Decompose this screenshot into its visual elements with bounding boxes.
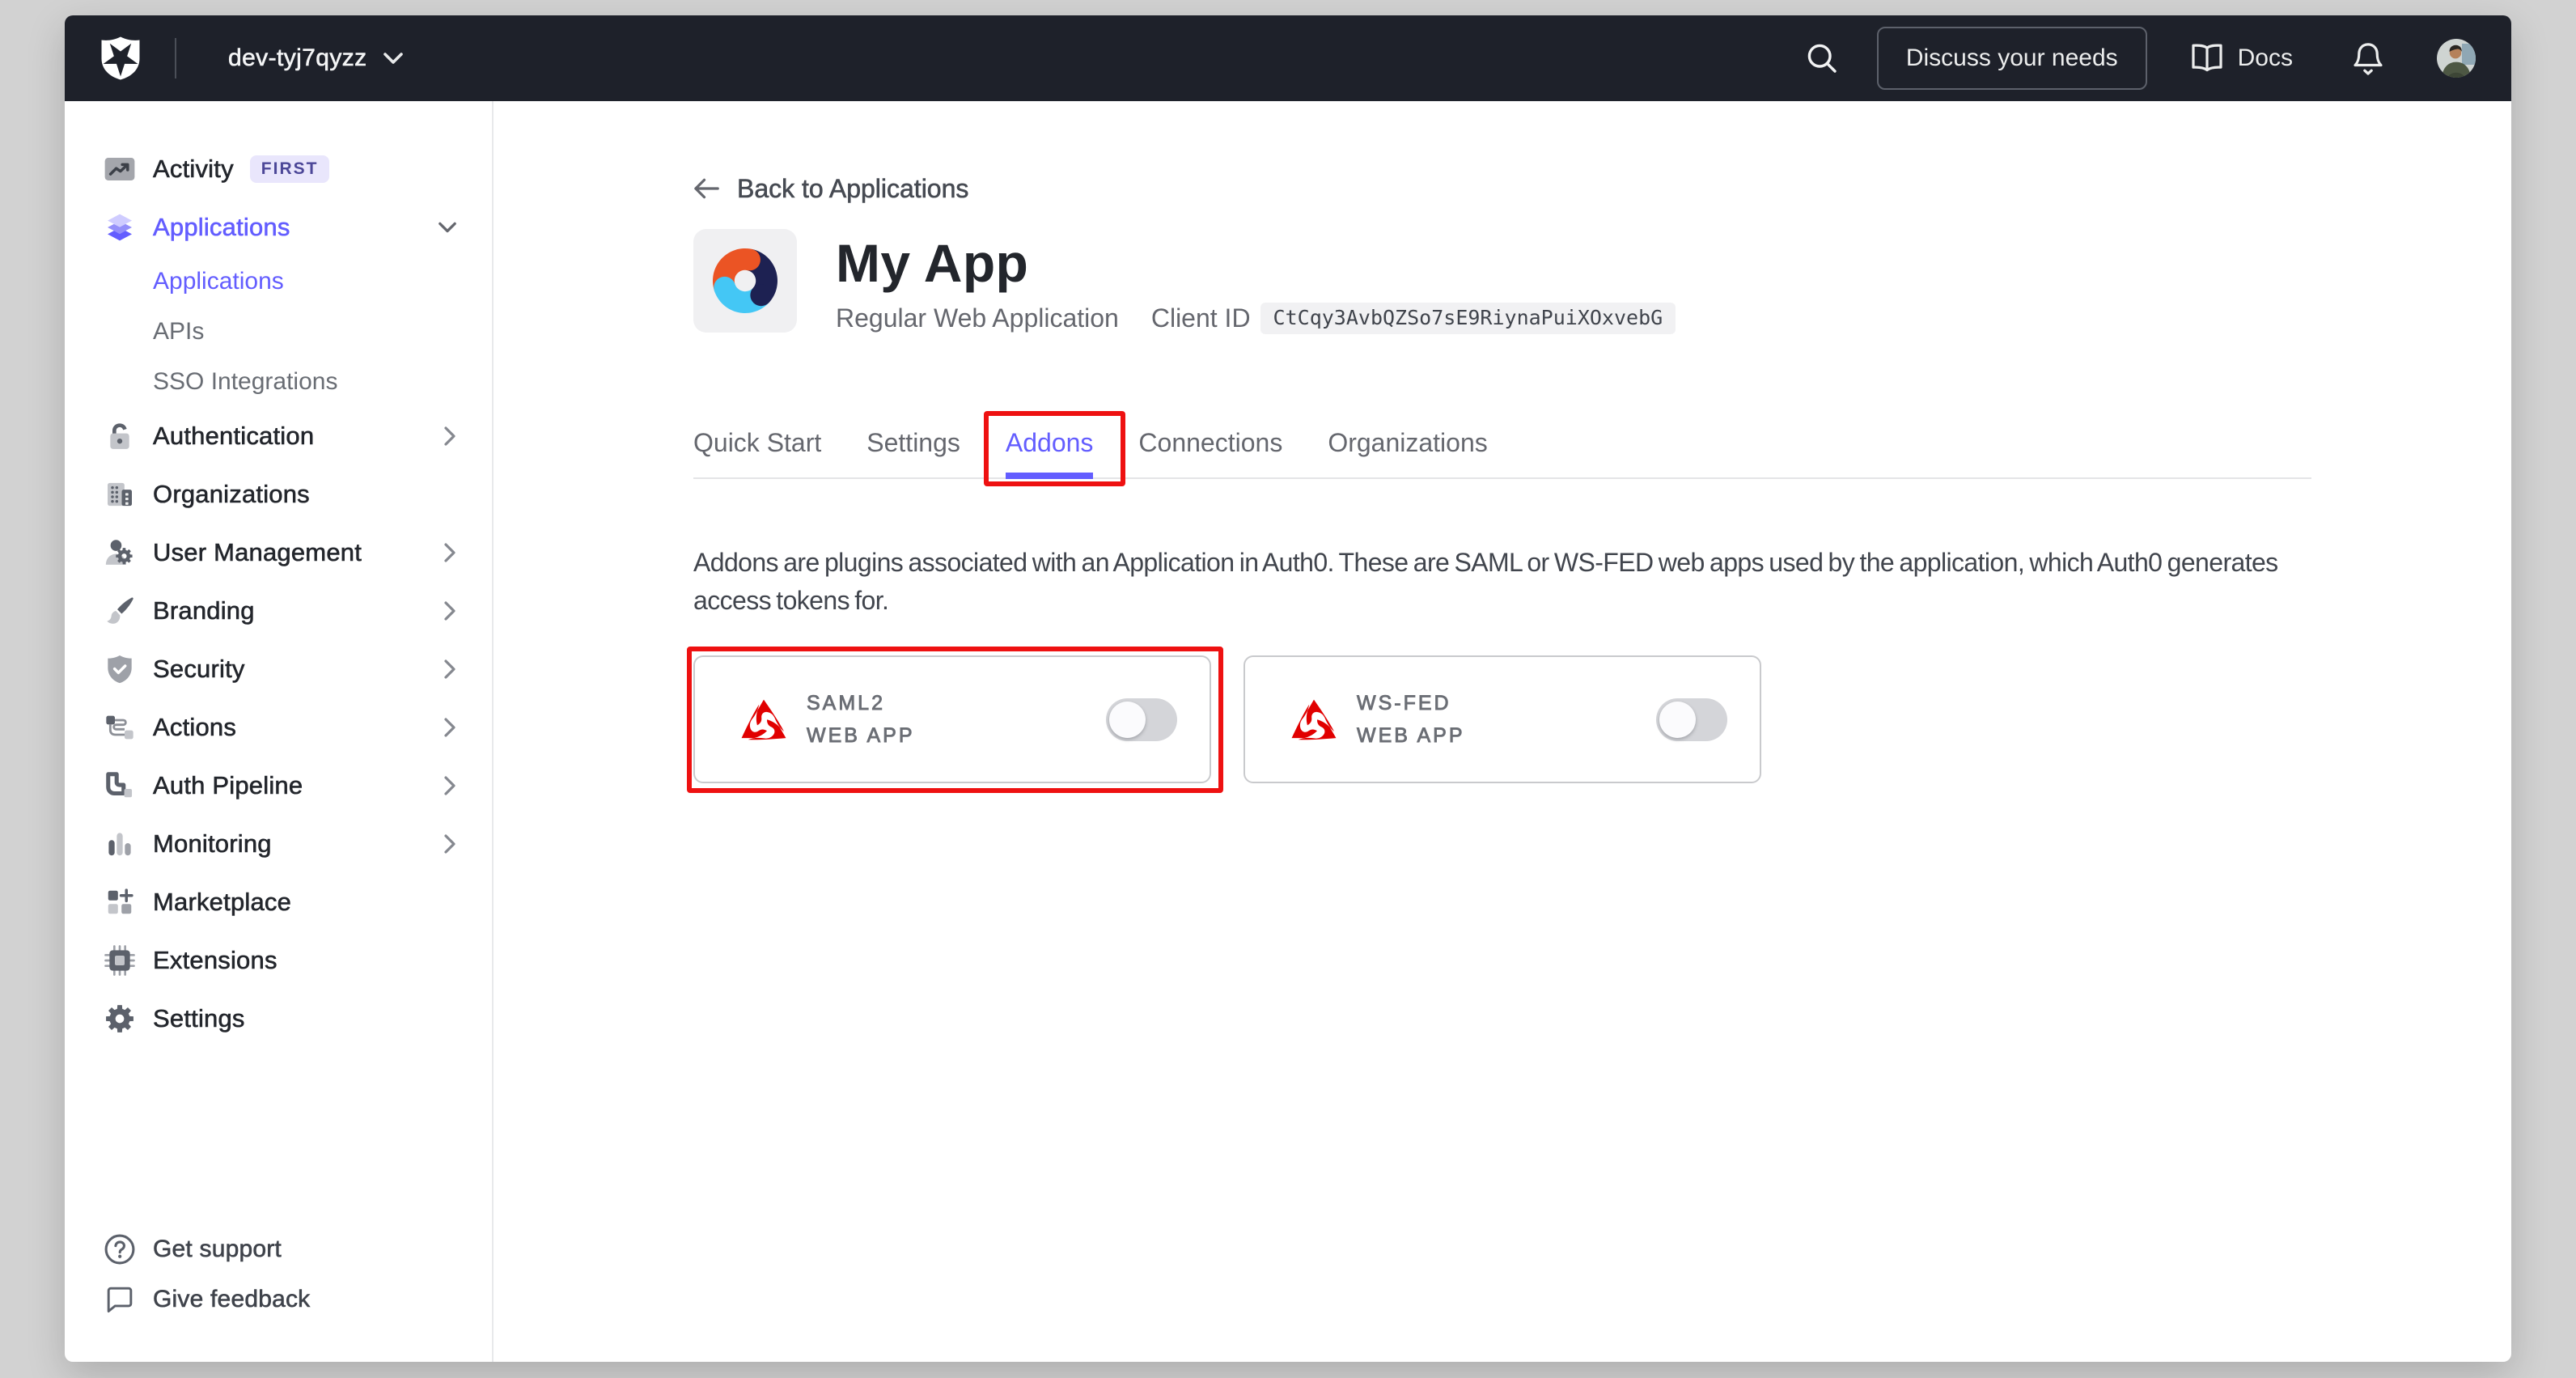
user-avatar[interactable] [2437,39,2476,78]
book-icon [2191,44,2223,73]
application-header: My App Regular Web Application Client ID… [693,229,2311,336]
paintbrush-icon [100,591,139,630]
application-tabs: Quick Start Settings Addons Connections … [693,428,2311,479]
tenant-switcher[interactable]: dev-tyj7qyzz [228,45,403,72]
chevron-right-icon [443,601,456,621]
ws-fed-toggle[interactable] [1656,698,1727,741]
back-to-applications-link[interactable]: Back to Applications [693,176,2311,201]
addon-type: WEB APP [1357,719,1465,752]
toggle-knob [1659,702,1696,738]
sidebar-footer: Get support Give feedback [65,1224,492,1362]
top-navigation-bar: dev-tyj7qyzz Discuss your needs Docs [65,15,2511,101]
topbar-actions: Discuss your needs Docs [1806,27,2476,90]
sidebar-item-extensions[interactable]: Extensions [65,931,492,990]
topbar-divider [175,38,176,78]
sidebar-item-branding[interactable]: Branding [65,582,492,640]
chevron-down-icon [439,221,456,234]
sidebar-item-monitoring[interactable]: Monitoring [65,815,492,873]
help-circle-icon [100,1230,139,1269]
saml-logo-icon [1287,692,1341,747]
client-id-value[interactable]: CtCqy3AvbQZSo7sE9RiynaPuiXOxvebG [1260,303,1676,334]
sidebar-item-auth-pipeline[interactable]: Auth Pipeline [65,757,492,815]
sidebar-item-settings[interactable]: Settings [65,990,492,1048]
sidebar-item-security[interactable]: Security [65,640,492,698]
addon-name: WS-FED [1357,687,1465,719]
docs-link[interactable]: Docs [2191,44,2293,73]
application-logo [693,229,797,333]
tab-organizations[interactable]: Organizations [1328,428,1487,477]
gear-icon [100,999,139,1038]
lock-icon [100,417,139,456]
client-id-label: Client ID [1151,303,1251,333]
pipeline-icon [100,766,139,805]
chevron-right-icon [443,659,456,679]
tenant-name: dev-tyj7qyzz [228,45,367,72]
layers-icon [100,208,139,247]
addon-type: WEB APP [807,719,915,752]
auth0-logo-icon [100,36,141,80]
sidebar-item-marketplace[interactable]: Marketplace [65,873,492,931]
user-gear-icon [100,533,139,572]
ws-fed-web-app-card[interactable]: WS-FED WEB APP [1244,655,1761,783]
sidebar-item-user-management[interactable]: User Management [65,524,492,582]
application-type: Regular Web Application [836,303,1119,333]
sidebar-subitem-apis[interactable]: APIs [65,307,492,357]
sidebar-item-actions[interactable]: Actions [65,698,492,757]
sidebar-subitem-sso-integrations[interactable]: SSO Integrations [65,357,492,407]
get-support-link[interactable]: Get support [65,1224,492,1274]
search-icon[interactable] [1806,42,1838,74]
chevron-down-icon [383,52,403,65]
first-badge: FIRST [250,155,330,183]
flow-icon [100,708,139,747]
tab-addons[interactable]: Addons [1006,428,1094,477]
addons-grid: SAML2 WEB APP WS-FED WEB APP [693,655,2311,783]
speech-bubble-icon [100,1280,139,1319]
sidebar-item-authentication[interactable]: Authentication [65,407,492,465]
chevron-right-icon [443,776,456,795]
building-icon [100,475,139,514]
auth0-dashboard-window: dev-tyj7qyzz Discuss your needs Docs Act… [65,15,2511,1362]
chevron-right-icon [443,718,456,737]
discuss-your-needs-button[interactable]: Discuss your needs [1877,27,2147,90]
toggle-knob [1109,702,1146,738]
tab-settings[interactable]: Settings [866,428,960,477]
addons-description: Addons are plugins associated with an Ap… [693,544,2311,620]
bar-chart-icon [100,825,139,863]
saml2-web-app-card[interactable]: SAML2 WEB APP [693,655,1211,783]
addon-name: SAML2 [807,687,915,719]
chevron-right-icon [443,426,456,446]
sidebar-subitem-applications[interactable]: Applications [65,257,492,307]
sidebar-item-organizations[interactable]: Organizations [65,465,492,524]
grid-plus-icon [100,883,139,922]
give-feedback-link[interactable]: Give feedback [65,1274,492,1325]
page-title: My App [836,232,1676,294]
sidebar-item-activity[interactable]: Activity FIRST [65,140,492,198]
saml2-toggle[interactable] [1106,698,1177,741]
main-content: Back to Applications My App Regular Web … [494,101,2511,1362]
activity-chart-icon [100,150,139,189]
sidebar-navigation: Activity FIRST Applications Applications… [65,101,494,1362]
tab-quick-start[interactable]: Quick Start [693,428,821,477]
docs-label: Docs [2238,45,2293,72]
chip-icon [100,941,139,980]
saml-logo-icon [737,692,790,747]
arrow-left-icon [693,178,719,199]
shield-check-icon [100,650,139,689]
app-donut-logo-icon [713,248,777,313]
chevron-right-icon [443,543,456,562]
sidebar-item-applications[interactable]: Applications [65,198,492,257]
bell-icon[interactable] [2353,41,2383,75]
chevron-right-icon [443,834,456,854]
tab-connections[interactable]: Connections [1138,428,1282,477]
